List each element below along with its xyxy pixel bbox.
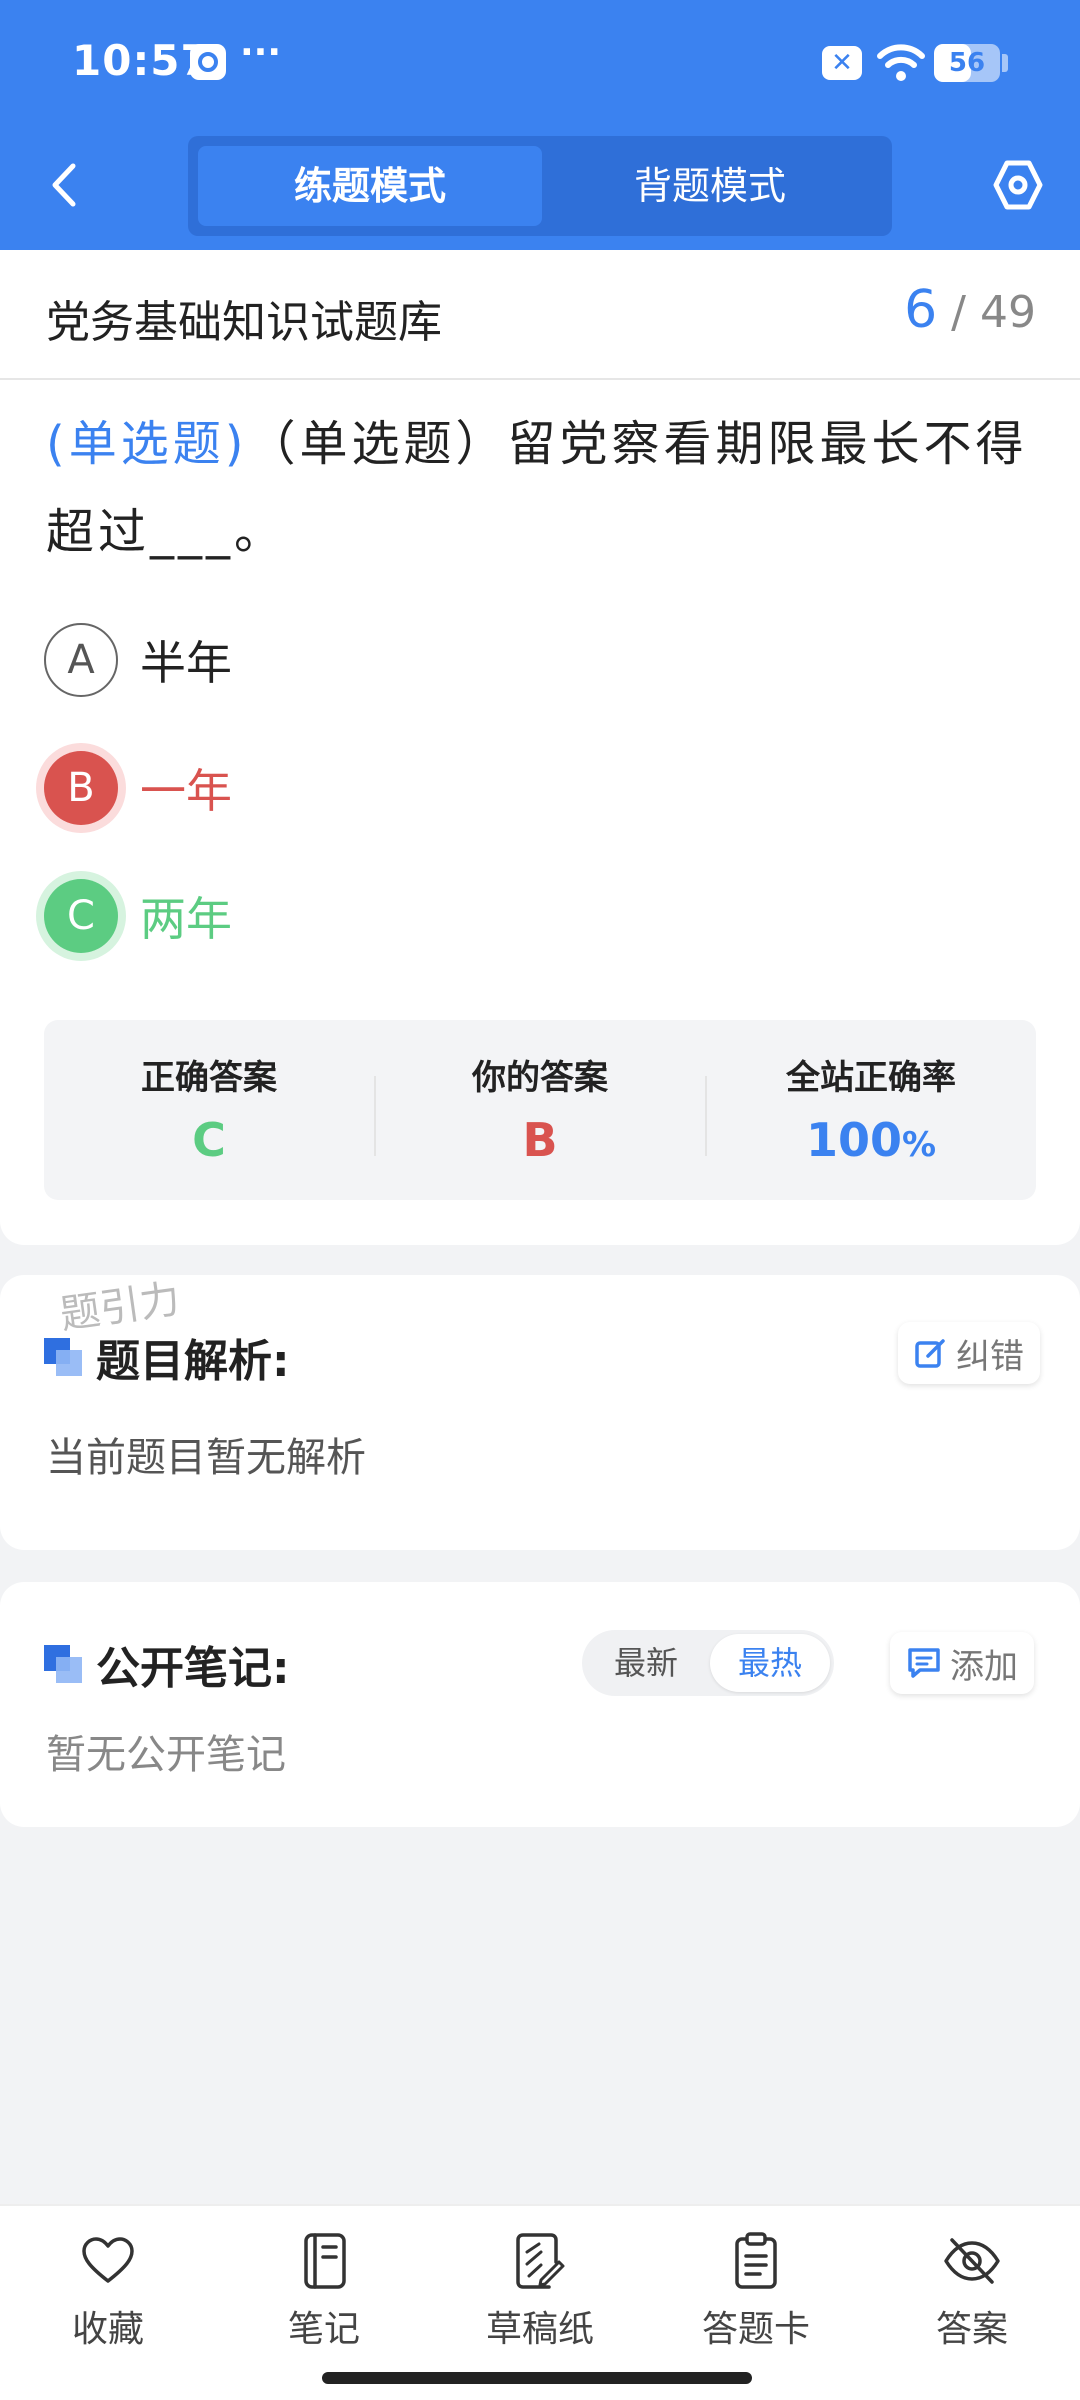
draft-paper-button[interactable]: 草稿纸 — [460, 2230, 620, 2352]
show-answer-label: 答案 — [935, 2309, 1008, 2350]
top-bar: 10:57 ··· ✕ 56 练题模式 背题模式 — [0, 0, 1080, 250]
answer-summary: 正确答案 C 你的答案 B 全站正确率 100% — [44, 1020, 1036, 1200]
accuracy-rate-unit: % — [901, 1125, 937, 1165]
chevron-left-icon — [52, 163, 76, 207]
progress-separator: / — [951, 287, 966, 338]
comment-icon — [908, 1648, 940, 1678]
option-b[interactable]: B 一年 — [44, 750, 232, 826]
notes-title: 公开笔记: — [44, 1632, 290, 1696]
notes-title-text: 公开笔记: — [96, 1643, 290, 1694]
draft-paper-icon — [516, 2233, 565, 2289]
notes-sort-switch: 最新 最热 — [582, 1630, 834, 1696]
sort-newest[interactable]: 最新 — [586, 1634, 706, 1692]
home-indicator[interactable] — [322, 2372, 752, 2384]
your-answer-block: 你的答案 B — [375, 1020, 705, 1200]
question-bank-row: 党务基础知识试题库 6 / 49 — [0, 250, 1080, 380]
report-error-button[interactable]: 纠错 — [898, 1322, 1040, 1384]
battery-icon: 56 — [934, 44, 1000, 82]
accuracy-rate-label: 全站正确率 — [786, 1058, 956, 1098]
notebook-icon — [304, 2233, 346, 2289]
add-note-label: 添加 — [950, 1646, 1018, 1687]
sort-hottest[interactable]: 最热 — [710, 1634, 830, 1692]
option-letter: A — [44, 623, 118, 697]
favorite-label: 收藏 — [71, 2309, 144, 2350]
battery-tip — [1002, 54, 1008, 72]
no-sim-icon: ✕ — [822, 46, 862, 80]
analysis-body: 当前题目暂无解析 — [46, 1435, 366, 1481]
app-notification-icon — [190, 44, 226, 80]
hexagon-settings-icon — [993, 160, 1043, 210]
your-answer-label: 你的答案 — [472, 1058, 608, 1098]
mode-switch: 练题模式 背题模式 — [188, 136, 892, 236]
question-card: 党务基础知识试题库 6 / 49 (单选题)（单选题）留党察看期限最长不得超过_… — [0, 250, 1080, 1245]
settings-button[interactable] — [986, 150, 1050, 220]
heart-icon — [82, 2237, 134, 2283]
notes-body: 暂无公开笔记 — [46, 1732, 286, 1778]
analysis-card: 题引力 题目解析: 纠错 当前题目暂无解析 — [0, 1275, 1080, 1550]
notes-button[interactable]: 笔记 — [244, 2230, 404, 2352]
favorite-button[interactable]: 收藏 — [28, 2230, 188, 2352]
report-error-label: 纠错 — [956, 1336, 1024, 1377]
tab-practice-mode[interactable]: 练题模式 — [198, 146, 542, 226]
question-type-tag: (单选题) — [46, 416, 248, 472]
analysis-title-text: 题目解析: — [96, 1336, 290, 1387]
section-square-icon — [44, 1645, 82, 1683]
draft-paper-label: 草稿纸 — [485, 2309, 594, 2350]
back-button[interactable] — [36, 150, 92, 220]
tab-memorize-mode[interactable]: 背题模式 — [538, 146, 882, 226]
total-questions: 49 — [980, 287, 1036, 338]
option-letter: B — [44, 751, 118, 825]
section-square-icon — [44, 1338, 82, 1376]
answer-sheet-label: 答题卡 — [701, 2309, 810, 2350]
answer-sheet-icon — [735, 2232, 777, 2289]
option-text: 半年 — [140, 636, 232, 690]
edit-icon — [915, 1339, 945, 1368]
notes-label: 笔记 — [287, 2309, 360, 2350]
option-text: 两年 — [140, 892, 232, 946]
battery-level: 56 — [948, 48, 986, 78]
current-question-number: 6 — [904, 280, 938, 340]
accuracy-rate-number: 100 — [805, 1113, 902, 1167]
question-text: (单选题)（单选题）留党察看期限最长不得超过___。 — [46, 400, 1036, 576]
option-letter: C — [44, 879, 118, 953]
add-note-button[interactable]: 添加 — [890, 1632, 1034, 1694]
public-notes-card: 公开笔记: 最新 最热 添加 暂无公开笔记 — [0, 1582, 1080, 1827]
option-c[interactable]: C 两年 — [44, 878, 232, 954]
option-a[interactable]: A 半年 — [44, 622, 232, 698]
accuracy-rate-block: 全站正确率 100% — [706, 1020, 1036, 1200]
status-bar: 10:57 ··· ✕ 56 — [0, 0, 1080, 125]
correct-answer-label: 正确答案 — [141, 1058, 277, 1098]
accuracy-rate-value: 100% — [706, 1113, 1036, 1167]
wifi-icon — [876, 40, 926, 88]
your-answer-value: B — [522, 1113, 558, 1167]
eye-hidden-icon — [944, 2238, 1000, 2284]
correct-answer-value: C — [192, 1113, 226, 1167]
more-notifications-icon: ··· — [240, 32, 282, 73]
option-text: 一年 — [140, 764, 232, 818]
question-bank-title: 党务基础知识试题库 — [46, 297, 442, 348]
analysis-title: 题目解析: — [44, 1325, 290, 1389]
question-progress: 6 / 49 — [904, 280, 1036, 340]
answer-sheet-button[interactable]: 答题卡 — [676, 2230, 836, 2352]
correct-answer-block: 正确答案 C — [44, 1020, 374, 1200]
bottom-toolbar: 收藏 笔记 草稿纸 答题卡 答案 — [0, 2204, 1080, 2400]
show-answer-button[interactable]: 答案 — [892, 2230, 1052, 2352]
